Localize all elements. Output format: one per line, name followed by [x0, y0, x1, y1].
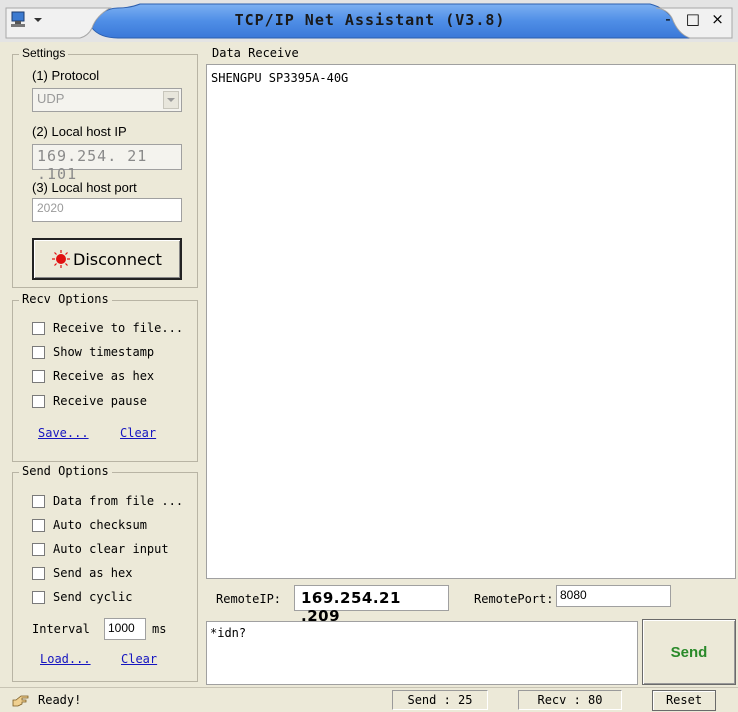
checkbox-label: Show timestamp — [53, 345, 155, 359]
title-bar[interactable]: TCP/IP Net Assistant (V3.8) - □ × — [0, 0, 738, 42]
checkbox-label: Send cyclic — [53, 590, 133, 604]
minimize-button[interactable]: - — [658, 10, 678, 28]
remote-ip-label: RemoteIP: — [216, 592, 282, 606]
checkbox-send-as-hex[interactable]: Send as hex — [32, 564, 132, 582]
local-port-label: (3) Local host port — [32, 180, 137, 195]
reset-button[interactable]: Reset — [652, 690, 716, 711]
load-link[interactable]: Load... — [40, 652, 91, 666]
checkbox-label: Receive as hex — [53, 369, 155, 383]
settings-group-title: Settings — [19, 46, 69, 60]
remote-port-label: RemotePort: — [474, 592, 554, 606]
data-receive-title: Data Receive — [212, 46, 299, 60]
checkbox[interactable] — [32, 345, 45, 359]
checkbox-label: Receive pause — [53, 394, 147, 408]
remote-settings-row: RemoteIP: 169.254.21 .209 RemotePort: 80… — [206, 585, 736, 625]
checkbox-label: Auto checksum — [53, 518, 147, 532]
local-ip-label: (2) Local host IP — [32, 124, 127, 139]
network-icon — [11, 11, 42, 27]
chevron-down-icon[interactable] — [163, 91, 179, 109]
save-link[interactable]: Save... — [38, 426, 89, 440]
interval-label: Interval — [32, 622, 90, 636]
checkbox-label: Auto clear input — [53, 542, 169, 556]
interval-input[interactable]: 1000 — [104, 618, 146, 640]
protocol-select[interactable]: UDP — [32, 88, 182, 112]
clear-receive-link[interactable]: Clear — [120, 426, 156, 440]
checkbox-auto-clear-input[interactable]: Auto clear input — [32, 540, 169, 558]
send-content: *idn? — [210, 626, 247, 640]
checkbox[interactable] — [32, 321, 45, 335]
remote-port-input[interactable]: 8080 — [556, 585, 671, 607]
local-ip-input[interactable]: 169.254. 21 .101 — [32, 144, 182, 183]
local-port-input[interactable]: 2020 — [32, 198, 182, 222]
checkbox-show-timestamp[interactable]: Show timestamp — [32, 343, 154, 361]
checkbox-receive-to-file[interactable]: Receive to file... — [32, 319, 183, 337]
protocol-label: (1) Protocol — [32, 68, 100, 83]
hand-pointer-icon — [12, 695, 29, 707]
led-indicator-icon — [52, 250, 70, 268]
checkbox-auto-checksum[interactable]: Auto checksum — [32, 516, 147, 534]
main-panel: Settings (1) Protocol UDP (2) Local host… — [0, 42, 738, 687]
maximize-button[interactable]: □ — [683, 10, 703, 28]
checkbox-label: Receive to file... — [53, 321, 184, 335]
interval-unit: ms — [152, 622, 167, 636]
status-bar: Ready! Send : 25 Recv : 80 Reset — [0, 687, 738, 712]
send-counter: Send : 25 — [392, 690, 488, 710]
checkbox[interactable] — [32, 542, 45, 556]
status-ready: Ready! — [12, 693, 81, 707]
checkbox[interactable] — [32, 590, 45, 604]
close-button[interactable]: × — [708, 10, 728, 28]
checkbox[interactable] — [32, 494, 45, 508]
received-data: SHENGPU SP3395A-40G — [211, 71, 349, 85]
checkbox-data-from-file[interactable]: Data from file ... — [32, 492, 183, 510]
chevron-down-icon — [34, 18, 42, 22]
checkbox-send-cyclic[interactable]: Send cyclic — [32, 588, 132, 606]
recv-counter: Recv : 80 — [518, 690, 622, 710]
checkbox-receive-pause[interactable]: Receive pause — [32, 392, 147, 410]
remote-ip-input[interactable]: 169.254.21 .209 — [294, 585, 449, 625]
send-options-title: Send Options — [19, 464, 112, 478]
protocol-value: UDP — [37, 91, 65, 106]
checkbox[interactable] — [32, 518, 45, 532]
checkbox[interactable] — [32, 369, 45, 383]
checkbox-label: Send as hex — [53, 566, 133, 580]
checkbox-label: Data from file ... — [53, 494, 184, 508]
system-menu[interactable] — [10, 10, 50, 30]
window-controls: - □ × — [658, 10, 738, 32]
checkbox[interactable] — [32, 394, 45, 408]
checkbox[interactable] — [32, 566, 45, 580]
clear-send-link[interactable]: Clear — [121, 652, 157, 666]
disconnect-label: Disconnect — [73, 249, 162, 269]
send-button[interactable]: Send — [642, 619, 736, 685]
send-textarea[interactable]: *idn? — [206, 621, 638, 685]
disconnect-button[interactable]: Disconnect — [32, 238, 182, 280]
checkbox-receive-as-hex[interactable]: Receive as hex — [32, 367, 154, 385]
window-title: TCP/IP Net Assistant (V3.8) — [234, 11, 506, 29]
recv-options-title: Recv Options — [19, 292, 112, 306]
receive-textarea[interactable]: SHENGPU SP3395A-40G — [206, 64, 736, 579]
status-text: Ready! — [38, 693, 82, 707]
